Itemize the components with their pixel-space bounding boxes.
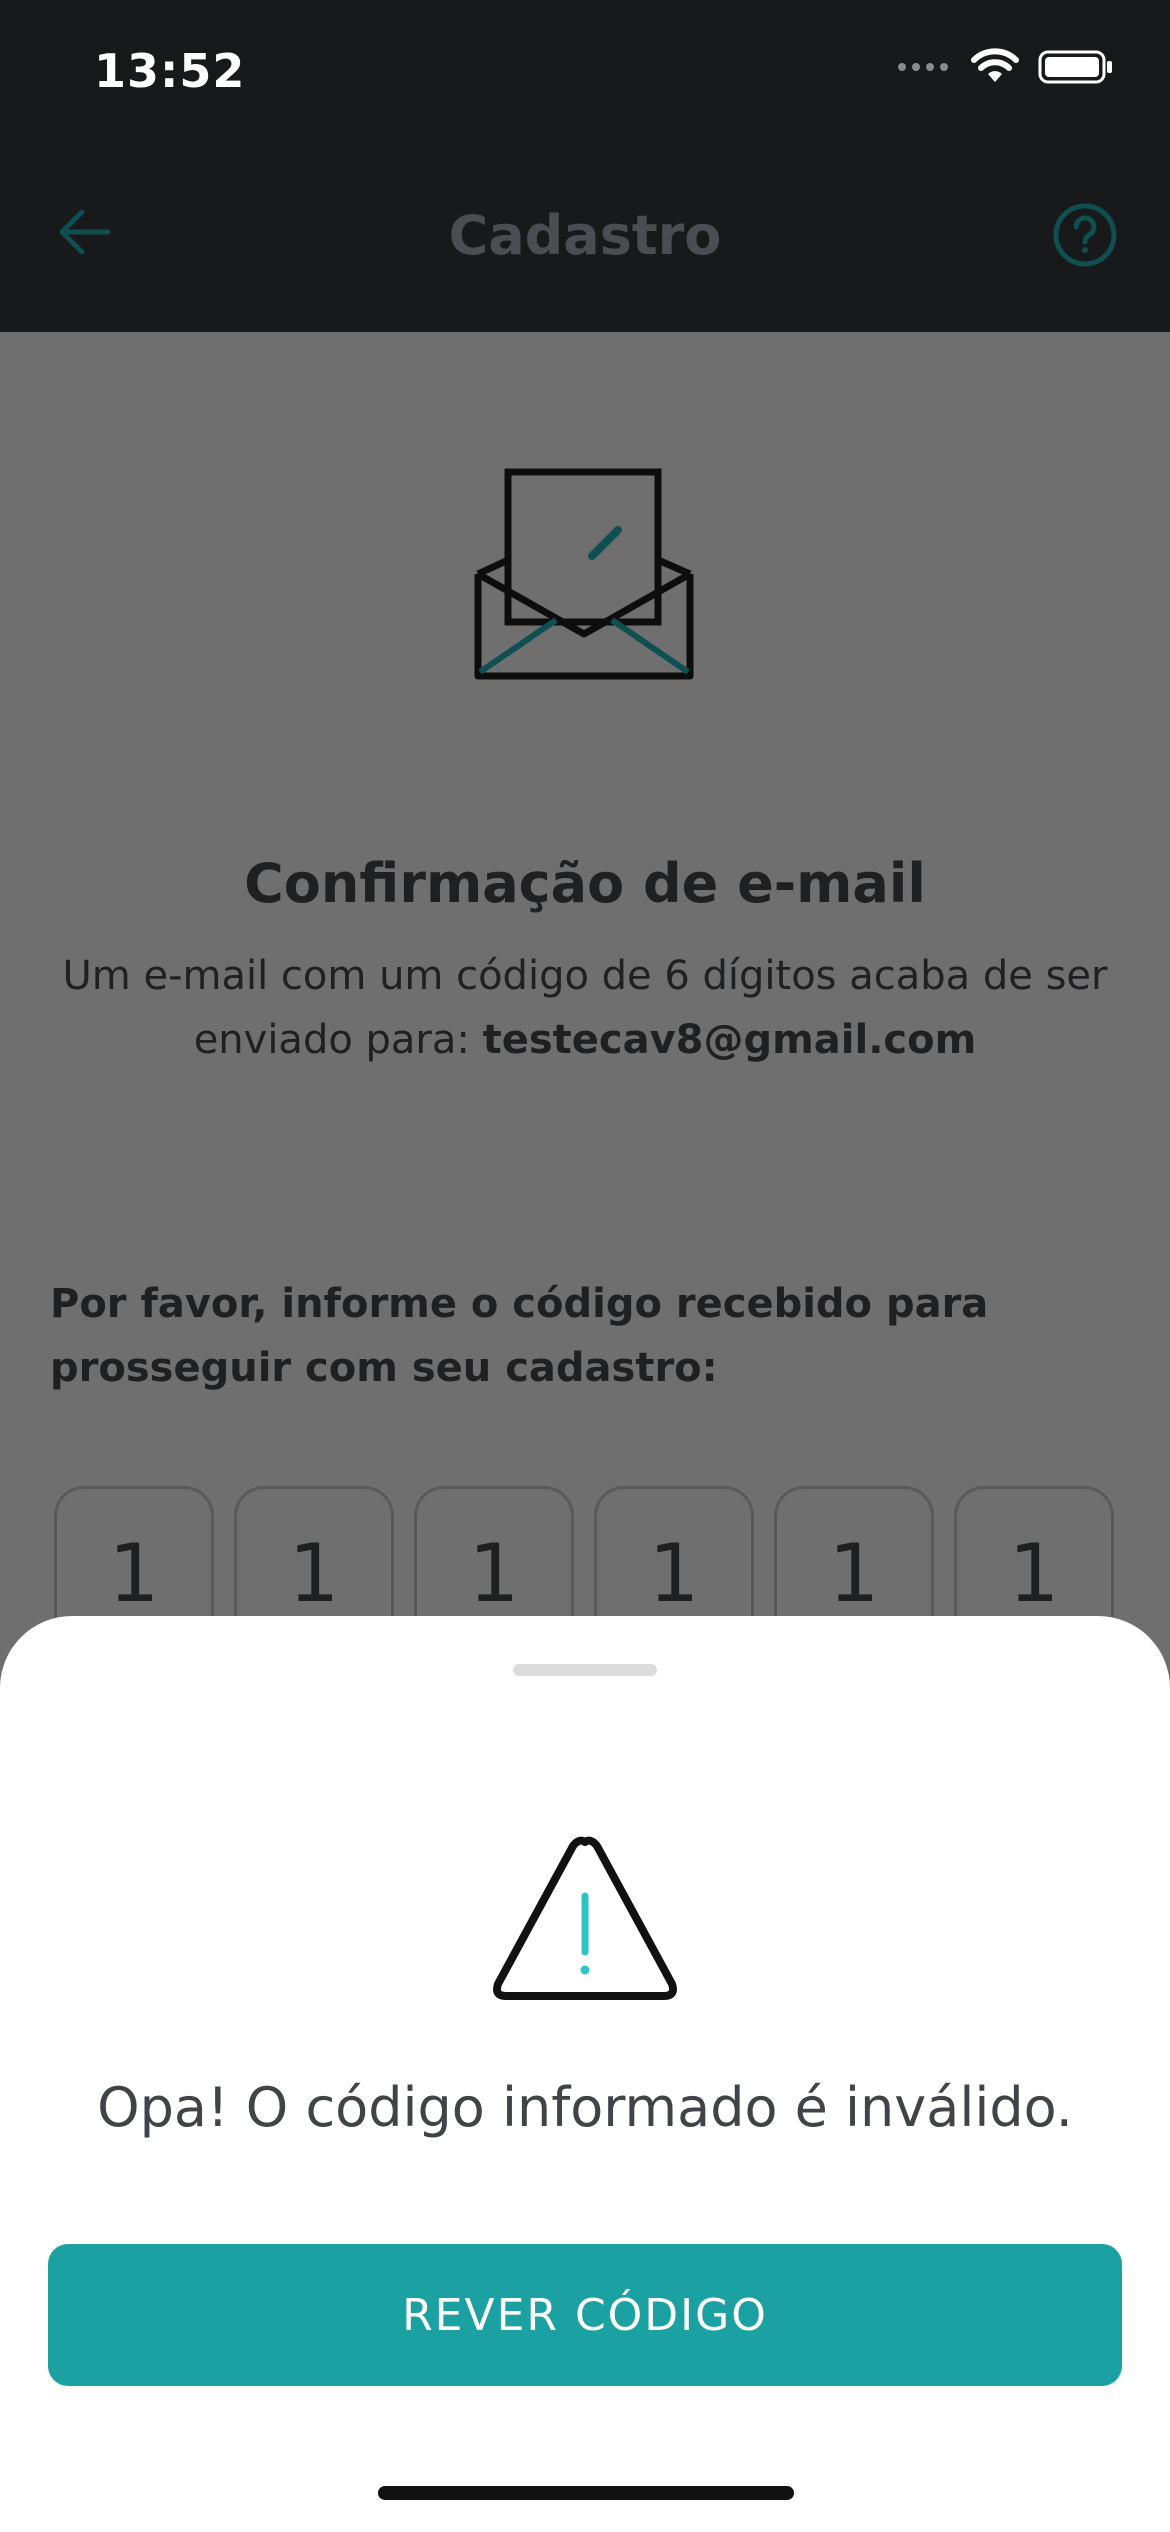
confirmation-title: Confirmação de e-mail	[244, 852, 926, 915]
battery-icon	[1038, 50, 1112, 84]
status-icons	[898, 48, 1114, 86]
confirmation-description: Um e-mail com um código de 6 dígitos aca…	[60, 944, 1110, 1072]
status-time: 13:52	[94, 44, 246, 98]
warning-triangle-icon	[493, 1836, 677, 2000]
envelope-icon	[474, 468, 694, 680]
instruction-text: Por favor, informe o código recebido par…	[50, 1281, 989, 1391]
error-bottom-sheet: Opa! O código informado é inválido. REVE…	[0, 1616, 1170, 2532]
wifi-icon	[971, 48, 1019, 82]
help-circle-icon[interactable]	[1052, 202, 1118, 268]
email-address: testecav8@gmail.com	[482, 1017, 977, 1063]
page-title: Cadastro	[448, 204, 722, 267]
status-bar: 13:52	[0, 0, 1170, 140]
error-message: Opa! O código informado é inválido.	[97, 2076, 1073, 2139]
nav-bar: Cadastro	[0, 140, 1170, 332]
sheet-drag-handle[interactable]	[513, 1664, 657, 1676]
home-indicator	[378, 2486, 794, 2500]
review-code-button[interactable]: REVER CÓDIGO	[48, 2244, 1122, 2386]
signal-dots-icon	[898, 63, 948, 71]
